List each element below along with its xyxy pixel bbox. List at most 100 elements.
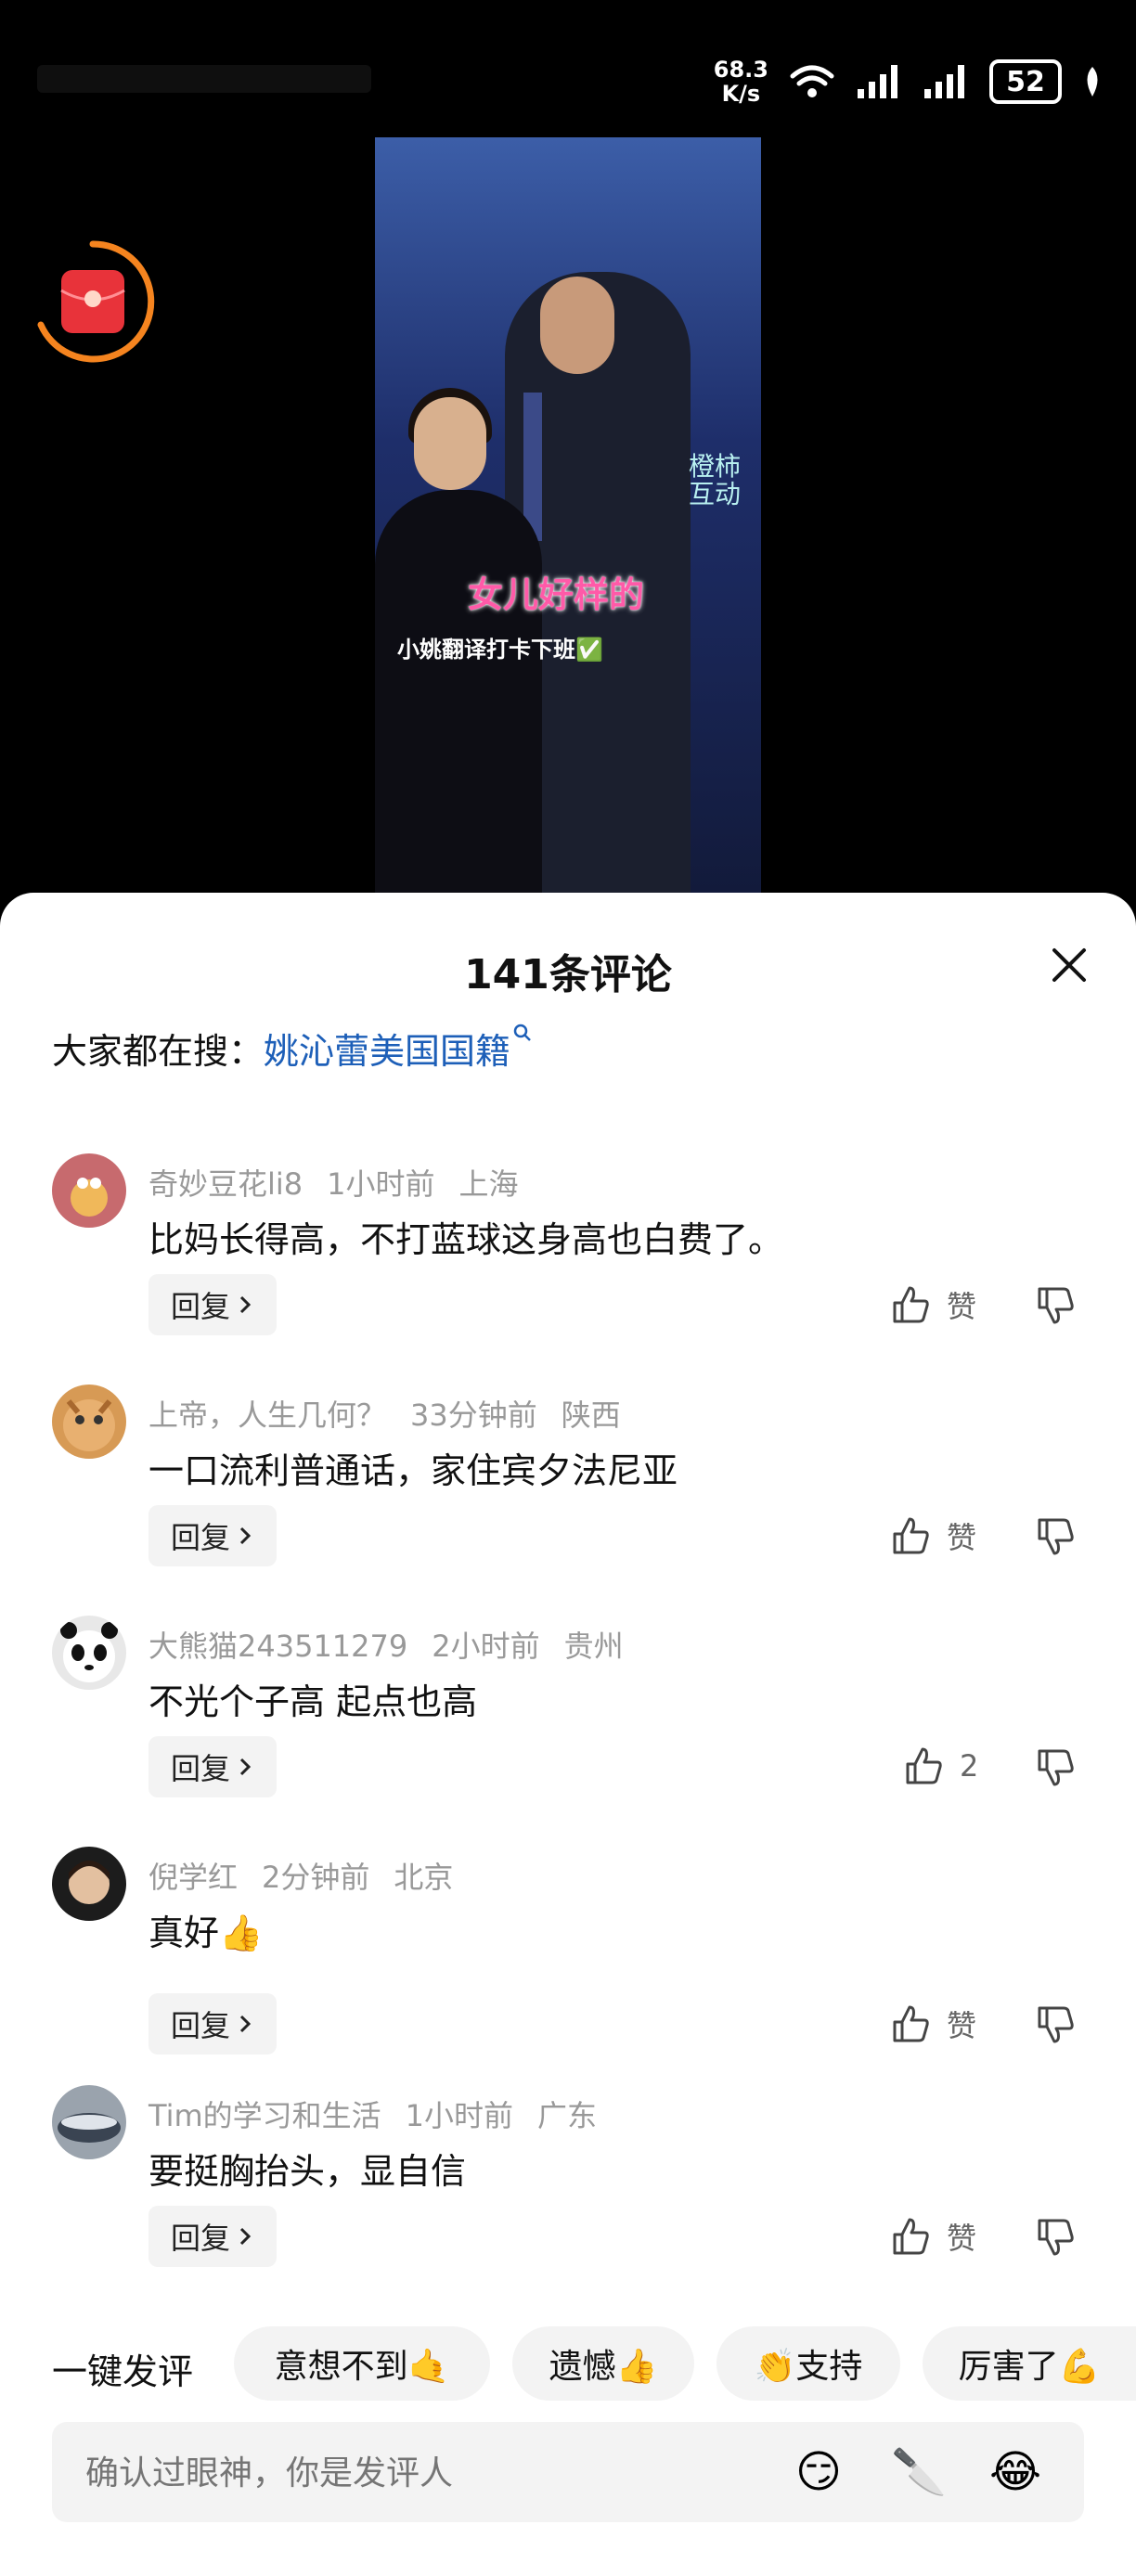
video-head-man [540, 277, 614, 374]
comment-location: 上海 [458, 1166, 519, 1202]
comment-input-bar[interactable]: 😏 🔪 😂 [52, 2422, 1084, 2524]
comment-text: 要挺胸抬头，显自信 [148, 2151, 467, 2192]
comment-meta: 奇妙豆花li8 1小时前 上海 [148, 1161, 543, 1204]
thumbs-down-icon[interactable] [1036, 1747, 1077, 1788]
comment-username[interactable]: 大熊猫243511279 [148, 1629, 407, 1664]
thumbs-up-icon [893, 1517, 929, 1554]
comment-item: 大熊猫243511279 2小时前 贵州 不光个子高 起点也高 回复 2 [0, 1616, 1136, 1801]
comments-count-title: 141条评论 [464, 951, 672, 998]
thumbs-down-icon[interactable] [1036, 1285, 1077, 1326]
signal-icon-2 [924, 65, 964, 98]
video-overlay-title: 女儿好样的 [468, 574, 645, 615]
thumbs-up-icon [893, 2218, 929, 2255]
comment-username[interactable]: 奇妙豆花li8 [148, 1166, 303, 1202]
reply-button[interactable]: 回复 [148, 1274, 278, 1335]
like-button[interactable]: 赞 [891, 2003, 976, 2045]
like-button[interactable]: 赞 [891, 1283, 976, 1326]
quick-chip-support[interactable]: 👏支持 [716, 2326, 900, 2401]
comment-item: 倪学红 2分钟前 北京 真好👍 回复 赞 [0, 1847, 1136, 2054]
trending-search-link[interactable]: 姚沁蕾美国国籍 [264, 1031, 510, 1072]
signal-icon [858, 65, 897, 98]
quick-comment-label: 一键发评 [52, 2351, 194, 2392]
like-button[interactable]: 赞 [891, 2215, 976, 2258]
reply-button[interactable]: 回复 [148, 1505, 278, 1566]
comment-item: 奇妙豆花li8 1小时前 上海 比妈长得高，不打蓝球这身高也白费了。 回复 赞 [0, 1153, 1136, 1339]
comment-text: 真好👍 [148, 1913, 264, 1953]
video-player[interactable]: 橙柿互动 女儿好样的 小姚翻译打卡下班✅ [375, 137, 761, 898]
emoji-smirk-icon[interactable]: 😏 [791, 2444, 846, 2500]
thumbs-up-icon [893, 2005, 929, 2042]
comment-location: 贵州 [563, 1629, 624, 1664]
chevron-right-icon [239, 2227, 252, 2246]
reply-button[interactable]: 回复 [148, 1993, 278, 2054]
reply-label: 回复 [171, 2008, 231, 2043]
like-label: 赞 [947, 1289, 977, 1324]
network-speed-unit: K/s [721, 81, 761, 107]
video-head-woman [414, 397, 486, 490]
comment-item: Tim的学习和生活 1小时前 广东 要挺胸抬头，显自信 回复 赞 [0, 2085, 1136, 2271]
quick-chip-awesome[interactable]: 厉害了💪 [923, 2326, 1136, 2401]
chevron-right-icon [239, 2015, 252, 2033]
wifi-icon [790, 65, 834, 97]
quick-comment-bar: 一键发评 意想不到🤙 遗憾👍 👏支持 厉害了💪 [0, 2326, 1136, 2406]
comment-meta: Tim的学习和生活 1小时前 广东 [148, 2093, 621, 2135]
comment-location: 陕西 [561, 1397, 621, 1433]
comment-meta: 倪学红 2分钟前 北京 [148, 1854, 477, 1897]
close-icon[interactable] [1051, 947, 1088, 984]
comment-username[interactable]: Tim的学习和生活 [148, 2098, 381, 2133]
comment-username[interactable]: 上帝，人生几何？ [148, 1397, 386, 1433]
red-packet-button[interactable] [28, 237, 158, 367]
like-label: 赞 [947, 1520, 977, 1555]
reply-label: 回复 [171, 1289, 231, 1324]
reply-label: 回复 [171, 2221, 231, 2256]
network-speed-value: 68.3 [713, 57, 768, 83]
cleaver-icon[interactable]: 🔪 [891, 2444, 947, 2500]
battery-indicator: 52 [989, 59, 1062, 104]
video-overlay-subtitle: 小姚翻译打卡下班✅ [397, 637, 603, 663]
avatar[interactable] [52, 1616, 126, 1690]
avatar[interactable] [52, 1153, 126, 1228]
comment-meta: 上帝，人生几何？ 33分钟前 陕西 [148, 1392, 645, 1435]
trending-search: 大家都在搜：姚沁蕾美国国籍 [52, 1023, 533, 1074]
red-packet-icon [37, 240, 155, 363]
reply-label: 回复 [171, 1520, 231, 1555]
reply-label: 回复 [171, 1751, 231, 1786]
leaf-icon [1087, 67, 1098, 97]
like-label: 赞 [947, 2008, 977, 2043]
chevron-right-icon [239, 1295, 252, 1314]
like-button[interactable]: 赞 [891, 1514, 976, 1557]
comments-sheet: 141条评论 大家都在搜：姚沁蕾美国国籍 奇妙豆花li8 1小时前 上海 比妈长得高… [0, 893, 1136, 2576]
like-button[interactable]: 2 [904, 1745, 978, 1786]
reply-button[interactable]: 回复 [148, 1736, 278, 1797]
comment-text: 一口流利普通话，家住宾夕法尼亚 [148, 1450, 678, 1491]
comment-text: 不光个子高 起点也高 [148, 1681, 478, 1722]
status-bar: 68.3 K/s 52 [0, 0, 1136, 130]
video-figure-woman [375, 490, 542, 898]
quick-chip-regret[interactable]: 遗憾👍 [512, 2326, 694, 2401]
comment-time: 33分钟前 [410, 1397, 537, 1433]
comment-time: 1小时前 [327, 1166, 435, 1202]
avatar[interactable] [52, 1385, 126, 1459]
comment-location: 北京 [394, 1860, 454, 1895]
emoji-laugh-cry-icon[interactable]: 😂 [988, 2444, 1043, 2500]
quick-chip-unexpected[interactable]: 意想不到🤙 [234, 2326, 490, 2401]
comment-text: 比妈长得高，不打蓝球这身高也白费了。 [148, 1219, 784, 1260]
comment-item: 上帝，人生几何？ 33分钟前 陕西 一口流利普通话，家住宾夕法尼亚 回复 赞 [0, 1385, 1136, 1570]
comment-input[interactable] [84, 2422, 737, 2524]
like-count: 2 [960, 1748, 979, 1784]
thumbs-up-icon [893, 1286, 929, 1323]
comment-time: 2小时前 [432, 1629, 540, 1664]
network-speed: 68.3 K/s [714, 58, 768, 106]
avatar[interactable] [52, 2085, 126, 2159]
avatar[interactable] [52, 1847, 126, 1921]
comment-username[interactable]: 倪学红 [148, 1860, 238, 1895]
comment-time: 1小时前 [405, 2098, 514, 2133]
thumbs-down-icon[interactable] [1036, 1516, 1077, 1557]
thumbs-up-icon [906, 1747, 942, 1784]
thumbs-down-icon[interactable] [1036, 2217, 1077, 2258]
thumbs-down-icon[interactable] [1036, 2004, 1077, 2045]
chevron-right-icon [239, 1526, 252, 1545]
reply-button[interactable]: 回复 [148, 2206, 278, 2267]
notification-area [37, 65, 371, 93]
comment-meta: 大熊猫243511279 2小时前 贵州 [148, 1623, 648, 1666]
